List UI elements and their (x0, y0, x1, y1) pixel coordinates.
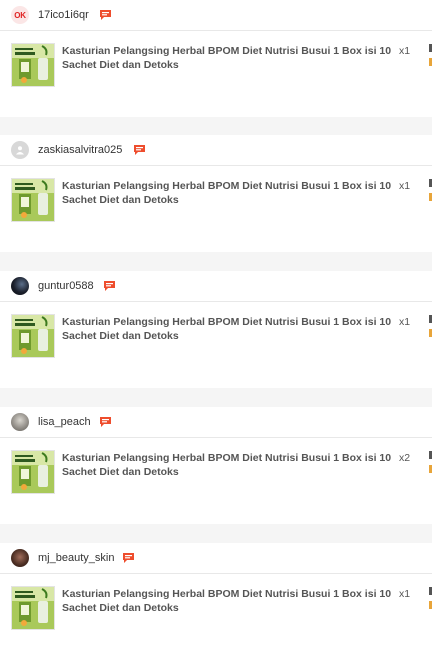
product-thumbnail[interactable] (11, 586, 55, 630)
order-item[interactable]: Kasturian Pelangsing Herbal BPOM Diet Nu… (0, 302, 432, 388)
buyer-avatar[interactable] (11, 413, 29, 431)
product-thumbnail[interactable] (11, 314, 55, 358)
buyer-avatar[interactable] (11, 141, 29, 159)
item-quantity: x1 (399, 316, 411, 328)
item-quantity: x2 (399, 452, 411, 464)
product-name[interactable]: Kasturian Pelangsing Herbal BPOM Diet Nu… (62, 44, 392, 72)
order-card: mj_beauty_skin Kasturian Pelangsing Herb… (0, 543, 432, 660)
product-name[interactable]: Kasturian Pelangsing Herbal BPOM Diet Nu… (62, 179, 392, 207)
order-card: guntur0588 Kasturian Pelangsing Herbal B… (0, 271, 432, 388)
chat-icon[interactable] (133, 144, 146, 156)
avatar-logo-text: OK (14, 10, 26, 20)
order-card: zaskiasalvitra025 Kasturian Pelangsing H… (0, 135, 432, 252)
buyer-username[interactable]: guntur0588 (38, 279, 94, 293)
order-card: lisa_peach Kasturian Pelangsing Herbal B… (0, 407, 432, 524)
product-name[interactable]: Kasturian Pelangsing Herbal BPOM Diet Nu… (62, 451, 392, 479)
buyer-avatar[interactable] (11, 277, 29, 295)
product-thumbnail[interactable] (11, 450, 55, 494)
order-header: zaskiasalvitra025 (0, 135, 432, 166)
order-item[interactable]: Kasturian Pelangsing Herbal BPOM Diet Nu… (0, 31, 432, 117)
product-thumbnail[interactable] (11, 43, 55, 87)
chat-icon[interactable] (103, 280, 116, 292)
buyer-username[interactable]: lisa_peach (38, 415, 91, 429)
buyer-avatar[interactable]: OK (11, 6, 29, 24)
order-header: lisa_peach (0, 407, 432, 438)
buyer-username[interactable]: mj_beauty_skin (38, 551, 114, 565)
chat-icon[interactable] (122, 552, 135, 564)
item-quantity: x1 (399, 180, 411, 192)
order-header: guntur0588 (0, 271, 432, 302)
order-item[interactable]: Kasturian Pelangsing Herbal BPOM Diet Nu… (0, 166, 432, 252)
product-thumbnail[interactable] (11, 178, 55, 222)
buyer-avatar[interactable] (11, 549, 29, 567)
buyer-username[interactable]: zaskiasalvitra025 (38, 143, 122, 157)
order-header: OK 17ico1i6qr (0, 0, 432, 31)
order-card: OK 17ico1i6qr Kasturian Pelangsing Herba… (0, 0, 432, 117)
chat-icon[interactable] (99, 9, 112, 21)
product-name[interactable]: Kasturian Pelangsing Herbal BPOM Diet Nu… (62, 315, 392, 343)
item-quantity: x1 (399, 45, 411, 57)
item-quantity: x1 (399, 588, 411, 600)
order-item[interactable]: Kasturian Pelangsing Herbal BPOM Diet Nu… (0, 438, 432, 524)
person-icon (16, 146, 24, 155)
chat-icon[interactable] (99, 416, 112, 428)
order-item[interactable]: Kasturian Pelangsing Herbal BPOM Diet Nu… (0, 574, 432, 660)
product-name[interactable]: Kasturian Pelangsing Herbal BPOM Diet Nu… (62, 587, 392, 615)
buyer-username[interactable]: 17ico1i6qr (38, 8, 89, 22)
order-header: mj_beauty_skin (0, 543, 432, 574)
